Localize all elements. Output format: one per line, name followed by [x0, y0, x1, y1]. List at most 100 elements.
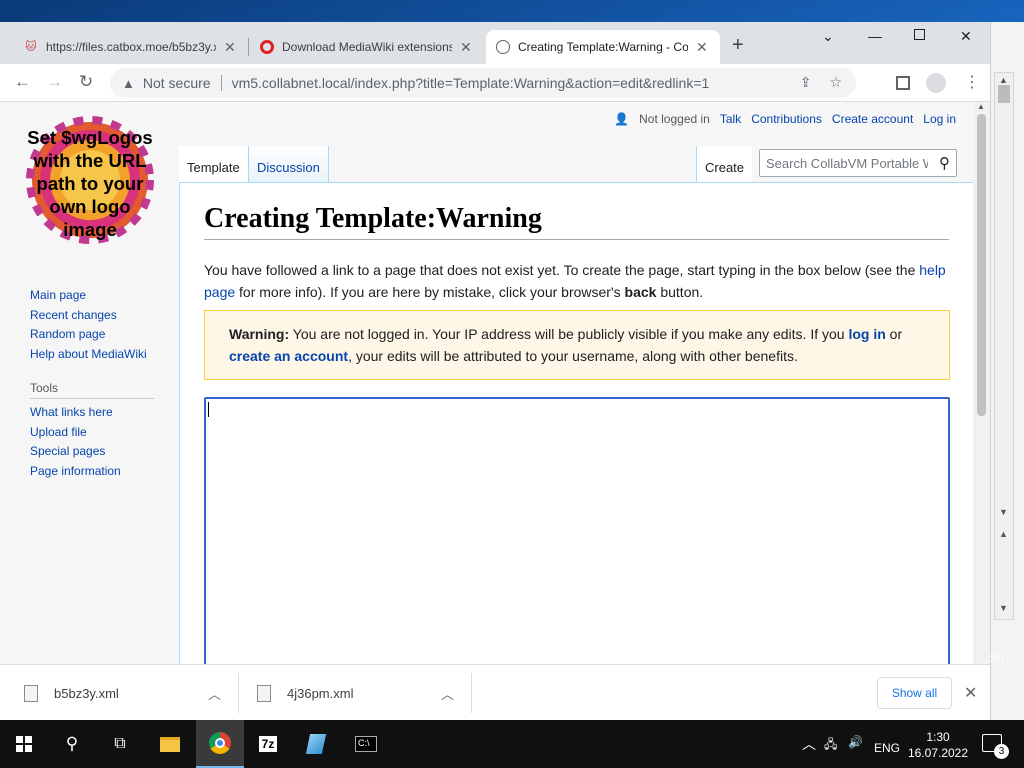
file-icon: [257, 684, 271, 702]
sidebar-item-what-links-here[interactable]: What links here: [30, 405, 121, 425]
tab-creating-template[interactable]: Creating Template:Warning - CollabVM Por…: [486, 30, 720, 64]
logo-text: Set $wgLogos with the URL path to your o…: [27, 127, 153, 240]
task-view-icon[interactable]: ⧉: [96, 720, 144, 768]
chevron-up-icon[interactable]: ︿: [802, 734, 816, 754]
search-placeholder: Search CollabVM Portable Wiki: [766, 155, 928, 171]
clock-time: 1:30: [926, 730, 950, 744]
download-filename: 4j36pm.xml: [287, 685, 354, 701]
taskbar: ⚲ ⧉ 7z C:\ ︿ 🖧 🔊 ENG 1:30 16.07.2022 3: [0, 720, 1024, 768]
tab-create[interactable]: Create: [696, 146, 753, 182]
desktop-icon-label[interactable]: Bin: [988, 652, 1004, 664]
contributions-link[interactable]: Contributions: [751, 112, 822, 126]
file-icon: [24, 684, 38, 702]
tab-template[interactable]: Template: [179, 146, 248, 182]
close-window-icon[interactable]: ✕: [960, 28, 972, 45]
log-in-warning-link[interactable]: log in: [848, 326, 885, 342]
tab-title: Creating Template:Warning - CollabVM Por…: [518, 40, 688, 54]
log-in-link[interactable]: Log in: [923, 112, 956, 126]
language-indicator[interactable]: ENG: [874, 741, 900, 755]
tab-strip: 🐱 https://files.catbox.moe/b5bz3y.xml ✕ …: [0, 22, 990, 64]
tab-search-icon[interactable]: ⌄: [822, 28, 834, 45]
close-icon[interactable]: ✕: [224, 39, 236, 56]
command-prompt-icon[interactable]: C:\: [342, 720, 390, 768]
notification-center-icon[interactable]: 3: [982, 734, 1009, 759]
profile-avatar-icon[interactable]: [926, 73, 946, 93]
close-icon[interactable]: ✕: [696, 39, 708, 56]
show-all-button[interactable]: Show all: [877, 677, 952, 709]
scroll-up-icon[interactable]: ▲: [999, 75, 1008, 85]
chevron-up-icon[interactable]: ︿: [441, 684, 454, 703]
search-input[interactable]: Search CollabVM Portable Wiki ⚲: [759, 149, 957, 177]
scroll-down-icon[interactable]: ▼: [999, 603, 1008, 613]
login-status: Not logged in: [639, 112, 710, 126]
share-icon[interactable]: ⇪: [800, 74, 812, 91]
page-viewport: Set $wgLogos with the URL path to your o…: [0, 102, 990, 684]
chevron-up-icon[interactable]: ︿: [208, 684, 221, 703]
address-bar[interactable]: ▲ Not secure vm5.collabnet.local/index.p…: [110, 68, 856, 98]
scroll-up-icon[interactable]: ▲: [999, 529, 1008, 539]
tab-catbox[interactable]: 🐱 https://files.catbox.moe/b5bz3y.xml ✕: [14, 30, 246, 64]
sidebar-item-main-page[interactable]: Main page: [30, 288, 147, 308]
file-explorer-icon[interactable]: [146, 720, 194, 768]
scroll-up-icon[interactable]: ▲: [977, 102, 985, 111]
volume-icon[interactable]: 🔊: [848, 735, 863, 749]
create-account-link[interactable]: Create account: [832, 112, 913, 126]
background-scrollbar[interactable]: ▲ ▼ ▲ ▼: [994, 72, 1014, 620]
sidebar-tools: What links here Upload file Special page…: [30, 405, 121, 483]
sidebar-item-random-page[interactable]: Random page: [30, 327, 147, 347]
sidebar-item-page-information[interactable]: Page information: [30, 464, 121, 484]
scroll-thumb[interactable]: [998, 85, 1010, 103]
download-item[interactable]: b5bz3y.xml ︿: [24, 665, 238, 720]
windows-logo-icon: [16, 736, 32, 752]
menu-kebab-icon[interactable]: ⋮: [964, 72, 980, 92]
7zip-icon[interactable]: 7z: [244, 720, 292, 768]
bookmark-star-icon[interactable]: ☆: [829, 74, 842, 91]
tab-download-mediawiki[interactable]: Download MediaWiki extensions ✕: [250, 30, 482, 64]
forward-icon[interactable]: →: [46, 72, 63, 92]
new-tab-icon[interactable]: +: [732, 34, 744, 57]
divider: [30, 398, 154, 399]
scroll-thumb[interactable]: [977, 114, 986, 416]
search-icon[interactable]: ⚲: [939, 154, 950, 172]
chrome-icon[interactable]: [196, 720, 244, 768]
talk-link[interactable]: Talk: [720, 112, 741, 126]
anon-warning-box: Warning: You are not logged in. Your IP …: [204, 310, 950, 380]
download-filename: b5bz3y.xml: [54, 685, 119, 701]
notepad-icon[interactable]: [292, 720, 340, 768]
browser-toolbar: ← → ↻ ▲ Not secure vm5.collabnet.local/i…: [0, 64, 990, 102]
download-item[interactable]: 4j36pm.xml ︿: [257, 665, 471, 720]
globe-icon: [496, 40, 510, 54]
content-area: Creating Template:Warning You have follo…: [179, 182, 973, 684]
clock[interactable]: 1:30 16.07.2022: [906, 729, 970, 761]
sidebar-navigation: Main page Recent changes Random page Hel…: [30, 288, 147, 366]
close-icon[interactable]: ✕: [460, 39, 472, 56]
sidebar-item-help[interactable]: Help about MediaWiki: [30, 347, 147, 367]
back-icon[interactable]: ←: [14, 72, 31, 92]
url-text[interactable]: vm5.collabnet.local/index.php?title=Temp…: [232, 75, 710, 91]
page-scrollbar[interactable]: ▲ ▼: [973, 102, 990, 684]
security-label[interactable]: Not secure: [143, 75, 211, 91]
sidebar-item-recent-changes[interactable]: Recent changes: [30, 308, 147, 328]
reload-icon[interactable]: ↻: [79, 72, 93, 92]
wiki-logo[interactable]: Set $wgLogos with the URL path to your o…: [22, 112, 158, 248]
network-icon[interactable]: 🖧: [824, 735, 837, 756]
create-account-warning-link[interactable]: create an account: [229, 348, 348, 364]
sidebar-item-special-pages[interactable]: Special pages: [30, 444, 121, 464]
minimize-icon[interactable]: —: [868, 28, 882, 44]
tab-title: Download MediaWiki extensions: [282, 40, 452, 54]
personal-tools: 👤 Not logged in Talk Contributions Creat…: [614, 112, 956, 126]
search-icon[interactable]: ⚲: [48, 720, 96, 768]
scroll-down-icon[interactable]: ▼: [999, 507, 1008, 517]
maximize-icon[interactable]: [914, 29, 925, 40]
tab-discussion[interactable]: Discussion: [248, 146, 329, 182]
close-icon[interactable]: ✕: [964, 683, 977, 703]
start-button[interactable]: [0, 720, 48, 768]
clock-date: 16.07.2022: [907, 746, 969, 760]
warning-triangle-icon[interactable]: ▲: [122, 76, 135, 91]
opera-favicon-icon: [260, 40, 274, 54]
side-panel-icon[interactable]: [896, 76, 910, 90]
user-icon: 👤: [614, 112, 630, 126]
sidebar-item-upload-file[interactable]: Upload file: [30, 425, 121, 445]
tab-title: https://files.catbox.moe/b5bz3y.xml: [46, 40, 216, 54]
edit-textarea[interactable]: [204, 397, 950, 684]
